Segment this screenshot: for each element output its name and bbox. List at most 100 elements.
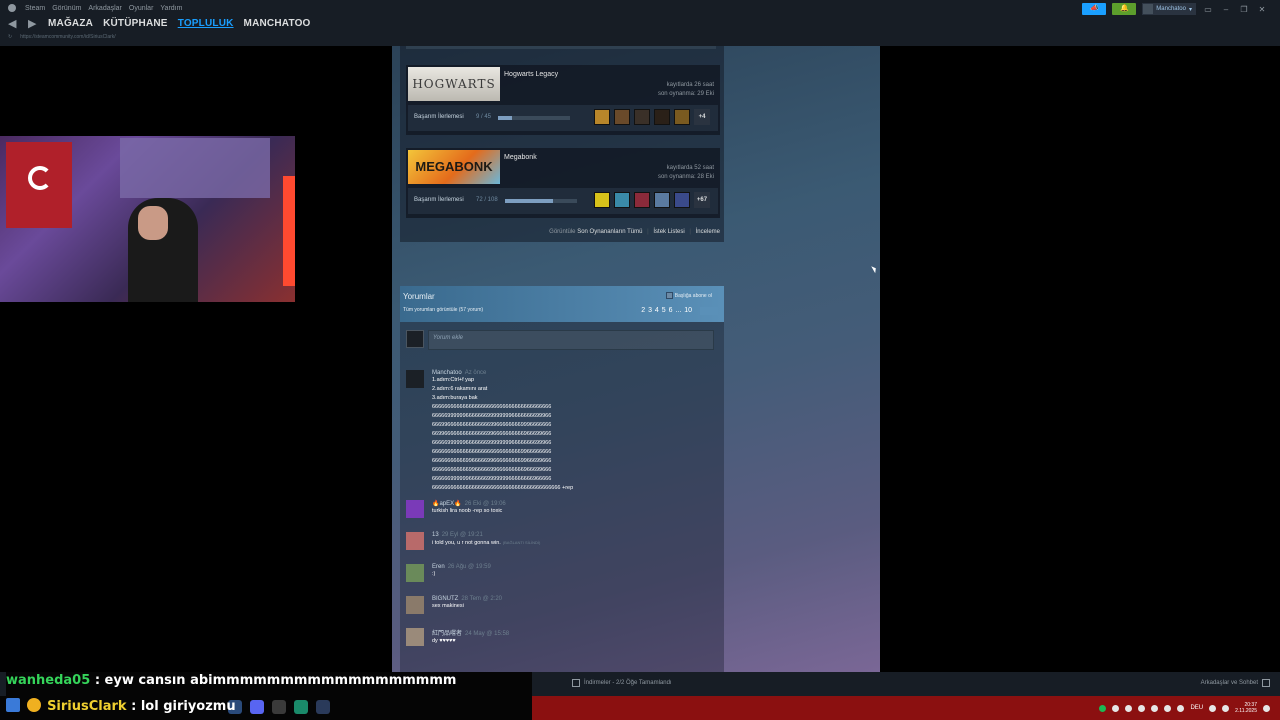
achievement-count: 9 / 45 — [476, 114, 492, 120]
notification-icon[interactable] — [1263, 704, 1270, 712]
red-light — [283, 176, 295, 286]
game-card-megabonk: MEGABONK Megabonk kayıtlarda 52 saat son… — [406, 148, 720, 218]
url-text[interactable]: https://steamcommunity.com/id/SiriusClar… — [20, 34, 116, 40]
menu-item-steam[interactable]: Steam — [25, 5, 45, 12]
comment-input[interactable]: Yorum ekle — [428, 330, 714, 350]
avatar[interactable] — [406, 500, 424, 518]
nav-community[interactable]: TOPLULUK — [178, 18, 234, 29]
chat-message: SiriusClark : lol giriyozmu — [6, 698, 236, 716]
achievement-icon[interactable] — [674, 109, 690, 125]
menu-item-friends[interactable]: Arkadaşlar — [88, 5, 121, 12]
network-icon[interactable] — [1209, 704, 1217, 712]
tray-icon[interactable] — [1164, 704, 1172, 712]
game-hours: kayıtlarda 26 saat son oynanma: 29 Eki — [658, 81, 714, 99]
achievement-row[interactable]: Başarım İlerlemesi 72 / 108 +67 — [408, 188, 718, 214]
achievement-icon[interactable] — [674, 192, 690, 208]
account-name: Manchatoo — [1156, 6, 1186, 12]
friends-chat-button[interactable]: Arkadaşlar ve Sohbet — [1201, 679, 1270, 687]
achievement-row[interactable]: Başarım İlerlemesi 9 / 45 +4 — [408, 105, 718, 131]
last-played: son oynanma: 29 Eki — [657, 91, 714, 97]
comment-text: 1.adım:Ctrl+f yap 2.adım:6 rakamını arat… — [432, 377, 574, 491]
forward-arrow-icon[interactable]: ▶ — [28, 17, 38, 30]
taskbar-apps — [228, 700, 330, 714]
subscribe-toggle[interactable]: Başlığa abone ol — [665, 292, 712, 299]
next-page-button[interactable] — [700, 307, 718, 315]
chevron-down-icon: ▾ — [1188, 6, 1192, 13]
avatar[interactable] — [406, 596, 424, 614]
game-title[interactable]: Hogwarts Legacy — [504, 71, 558, 78]
game-image[interactable]: MEGABONK — [408, 150, 500, 184]
wishlist-link[interactable]: İstek Listesi — [653, 229, 684, 235]
volume-icon[interactable] — [1222, 704, 1230, 712]
tray-icon[interactable] — [1177, 704, 1185, 712]
nav-store[interactable]: MAĞAZA — [48, 18, 93, 29]
clock[interactable]: 20:37 2.11.2025 — [1235, 702, 1257, 714]
link-removed-label: (BAĞLANTI SİLİNDİ) — [502, 540, 541, 545]
achievement-icons: +4 — [594, 109, 710, 125]
turkish-flag-icon — [6, 142, 72, 228]
maximize-button[interactable]: ❐ — [1238, 5, 1250, 14]
language-indicator[interactable]: DEU — [1190, 705, 1203, 711]
avatar[interactable] — [406, 370, 424, 388]
achievement-label: Başarım İlerlemesi — [414, 197, 464, 203]
reviews-link[interactable]: İnceleme — [696, 229, 720, 235]
tray-icon[interactable] — [1125, 704, 1133, 712]
chat-username: SiriusClark — [47, 699, 127, 714]
avatar[interactable] — [406, 628, 424, 646]
achievement-icon[interactable] — [594, 192, 610, 208]
obs-taskbar-icon[interactable] — [272, 700, 286, 714]
back-arrow-icon[interactable]: ◀ — [8, 17, 18, 30]
headset-icon[interactable] — [1151, 704, 1159, 712]
achievement-progress-bar — [498, 116, 570, 120]
achievement-count: 72 / 108 — [476, 197, 498, 203]
monitor-icon[interactable]: ▭ — [1202, 5, 1214, 14]
comments-title: Yorumlar — [403, 292, 435, 301]
view-all-comments-link[interactable]: Tüm yorumları görüntüle (57 yorum) — [403, 307, 483, 313]
refresh-icon[interactable]: ↻ — [8, 34, 12, 40]
achievement-icon[interactable] — [634, 192, 650, 208]
achievement-icon[interactable] — [614, 192, 630, 208]
downloads-status[interactable]: İndirmeler - 2/2 Öğe Tamamlandı — [572, 679, 672, 687]
url-row: ↻ https://steamcommunity.com/id/SiriusCl… — [8, 34, 116, 40]
game-hours: kayıtlarda 52 saat son oynanma: 28 Eki — [658, 164, 714, 182]
game-title[interactable]: Megabonk — [504, 154, 537, 161]
achievement-icon[interactable] — [634, 109, 650, 125]
achievement-icon[interactable] — [594, 109, 610, 125]
steam-taskbar-icon[interactable] — [316, 700, 330, 714]
nav-user[interactable]: MANCHATOO — [244, 18, 311, 29]
achievement-icon[interactable] — [654, 109, 670, 125]
achievement-more[interactable]: +67 — [694, 192, 710, 208]
achievement-icon[interactable] — [654, 192, 670, 208]
close-button[interactable]: ✕ — [1256, 5, 1268, 14]
notifications-button[interactable]: 🔔 — [1112, 3, 1137, 15]
tray-icon[interactable] — [1112, 704, 1120, 712]
account-menu[interactable]: Manchatoo ▾ — [1142, 3, 1196, 15]
steam-logo-icon — [8, 4, 16, 12]
recent-games-link[interactable]: Son Oynananların Tümü — [577, 229, 642, 235]
comment-item: 紅門品嚐者 24 May @ 15:58 dy ♥♥♥♥♥ — [406, 628, 509, 646]
subscribe-label: Başlığa abone ol — [674, 292, 712, 299]
menu-item-games[interactable]: Oyunlar — [129, 5, 154, 12]
broadcast-button[interactable]: 📣 — [1082, 3, 1107, 15]
comment-item: BIGNUTZ 28 Tem @ 2:20 sex makinesi — [406, 596, 502, 614]
app-taskbar-icon[interactable] — [294, 700, 308, 714]
menu-item-view[interactable]: Görünüm — [52, 5, 81, 12]
tray-icon[interactable] — [1138, 704, 1146, 712]
comments-header: Yorumlar Tüm yorumları görüntüle (57 yor… — [400, 286, 724, 322]
achievement-more[interactable]: +4 — [694, 109, 710, 125]
minimize-button[interactable]: – — [1220, 5, 1232, 14]
comment-item: 🔥apEX🔥 26 Eki @ 19:06 turkish lira noob -… — [406, 500, 506, 518]
avatar[interactable] — [406, 532, 424, 550]
achievement-icon[interactable] — [614, 109, 630, 125]
chat-username: wanheda05 — [6, 673, 91, 688]
avatar[interactable] — [406, 564, 424, 582]
subscribe-checkbox[interactable] — [665, 292, 673, 299]
discord-taskbar-icon[interactable] — [250, 700, 264, 714]
avatar — [1143, 4, 1154, 14]
spotify-icon[interactable] — [1099, 704, 1107, 712]
menu-item-help[interactable]: Yardım — [160, 5, 182, 12]
titlebar-right: 📣 🔔 Manchatoo ▾ ▭ – ❐ ✕ — [1082, 3, 1268, 15]
game-image[interactable]: HOGWARTS — [408, 67, 500, 101]
comment-pagination[interactable]: 2 3 4 5 6 ... 10 — [641, 307, 692, 314]
nav-library[interactable]: KÜTÜPHANE — [103, 18, 168, 29]
